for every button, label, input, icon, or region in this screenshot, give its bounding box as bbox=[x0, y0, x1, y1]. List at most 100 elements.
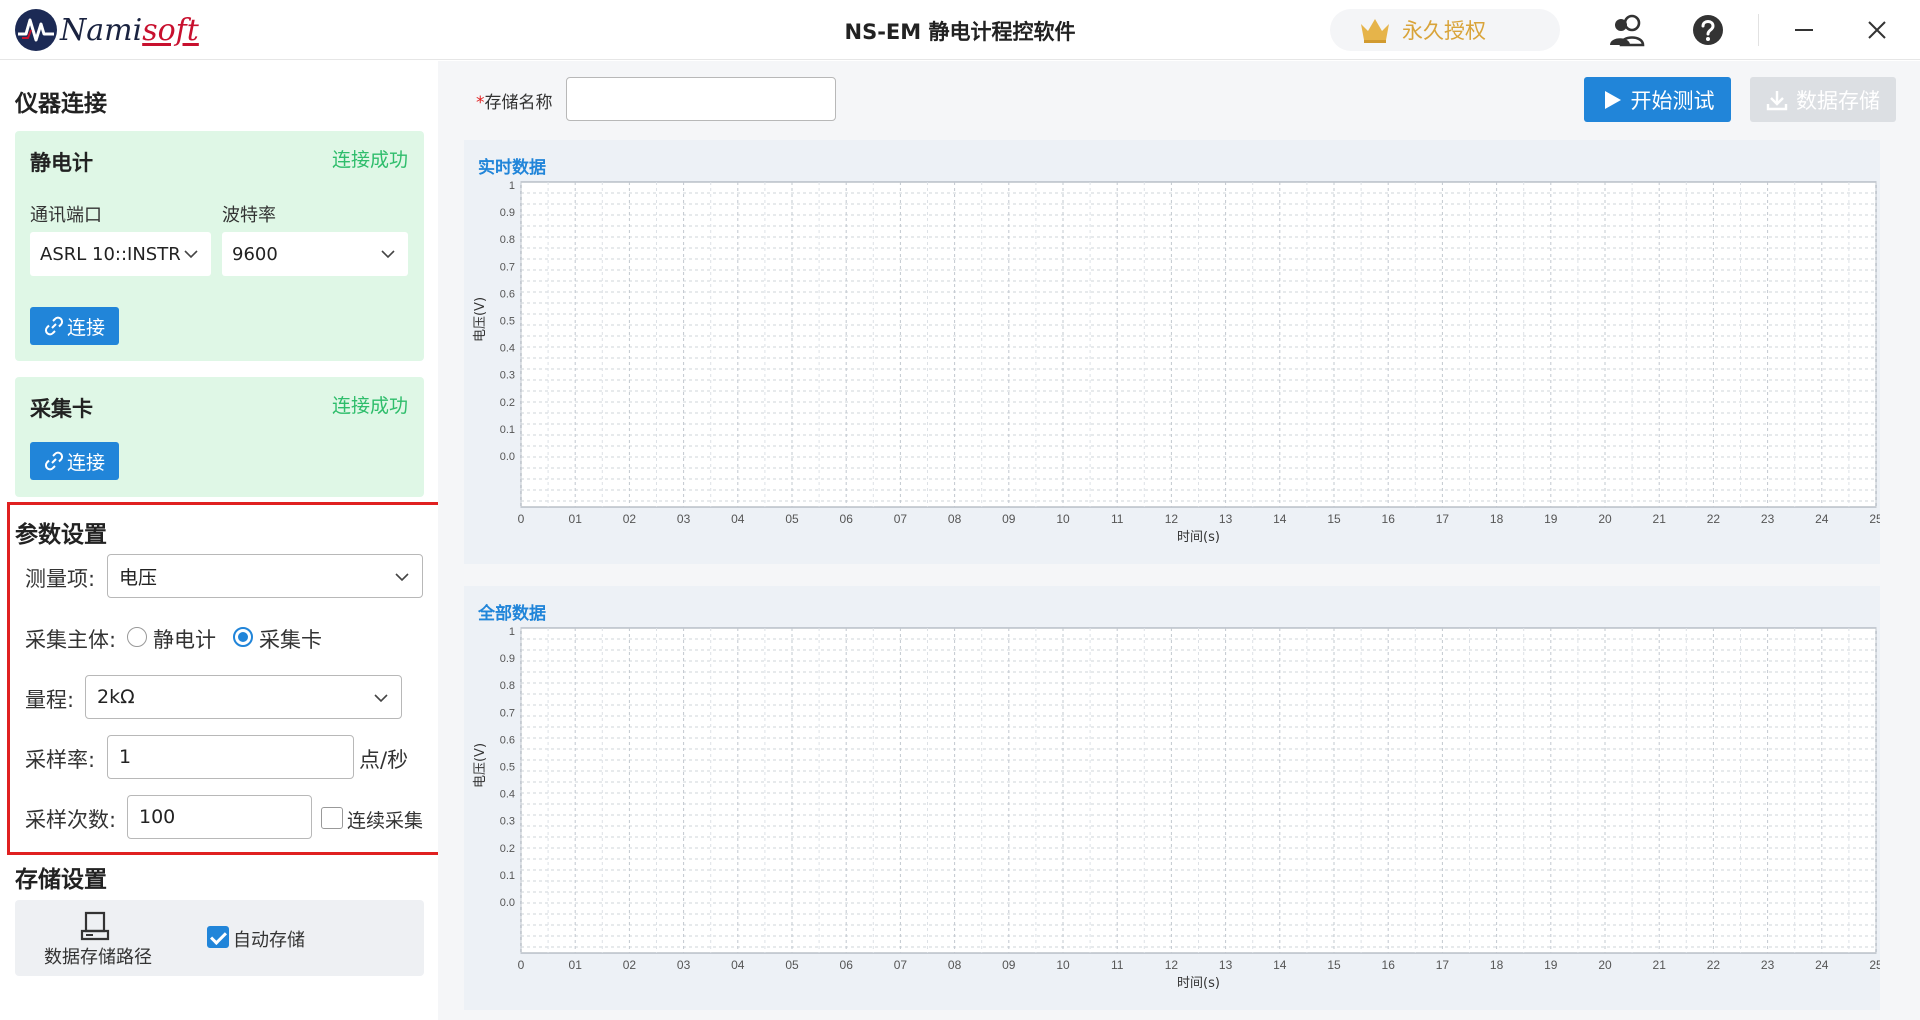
help-button[interactable] bbox=[1688, 10, 1728, 50]
port-label: 通讯端口 bbox=[30, 205, 102, 226]
electrometer-title: 静电计 bbox=[30, 151, 93, 175]
license-label: 永久授权 bbox=[1402, 19, 1486, 43]
y-tick-label: 0.4 bbox=[500, 343, 515, 355]
y-tick-label: 0.2 bbox=[500, 397, 515, 409]
params-section-title: 参数设置 bbox=[15, 522, 107, 548]
x-tick-label: 08 bbox=[948, 958, 962, 972]
y-tick-label: 0.6 bbox=[500, 288, 515, 300]
disk-icon[interactable] bbox=[79, 910, 111, 942]
electrometer-connect-label: 连接 bbox=[66, 316, 105, 339]
range-value: 2kΩ bbox=[97, 686, 135, 708]
help-icon bbox=[1693, 15, 1723, 45]
count-input[interactable]: 100 bbox=[127, 795, 312, 839]
crown-icon bbox=[1361, 19, 1389, 43]
close-button[interactable] bbox=[1857, 10, 1897, 50]
storage-name-label: *存储名称 bbox=[476, 88, 553, 113]
app-logo: Namisoft bbox=[14, 8, 199, 52]
continuous-label[interactable]: 连续采集 bbox=[347, 806, 423, 833]
x-tick-label: 01 bbox=[569, 958, 583, 972]
data-save-button[interactable]: 数据存储 bbox=[1750, 77, 1896, 122]
x-tick-label: 24 bbox=[1815, 512, 1829, 526]
minimize-icon bbox=[1795, 29, 1813, 31]
x-tick-label: 17 bbox=[1436, 958, 1450, 972]
subject-option-electrometer[interactable]: 静电计 bbox=[153, 624, 216, 654]
x-tick-label: 11 bbox=[1111, 958, 1124, 972]
start-test-label: 开始测试 bbox=[1630, 88, 1715, 113]
y-tick-label: 0.5 bbox=[500, 762, 515, 774]
x-tick-label: 20 bbox=[1598, 958, 1612, 972]
y-tick-label: 0.6 bbox=[500, 734, 515, 746]
rate-unit: 点/秒 bbox=[359, 748, 409, 772]
x-tick-label: 16 bbox=[1382, 512, 1396, 526]
y-tick-label: 0.1 bbox=[500, 870, 515, 882]
x-tick-label: 10 bbox=[1056, 958, 1070, 972]
x-tick-label: 15 bbox=[1327, 958, 1341, 972]
electrometer-connect-button[interactable]: 连接 bbox=[30, 307, 119, 345]
close-icon bbox=[1868, 21, 1886, 39]
x-tick-label: 09 bbox=[1002, 512, 1016, 526]
logo-suffix: soft bbox=[142, 12, 199, 48]
download-icon bbox=[1766, 90, 1788, 110]
x-tick-label: 06 bbox=[840, 512, 854, 526]
x-tick-label: 12 bbox=[1165, 512, 1179, 526]
x-tick-label: 19 bbox=[1544, 512, 1558, 526]
x-tick-label: 17 bbox=[1436, 512, 1450, 526]
x-tick-label: 16 bbox=[1382, 958, 1396, 972]
rate-label: 采样率: bbox=[25, 748, 96, 772]
x-tick-label: 14 bbox=[1273, 512, 1287, 526]
range-label: 量程: bbox=[25, 688, 75, 712]
rate-input[interactable]: 1 bbox=[107, 735, 354, 779]
required-star: * bbox=[476, 93, 485, 113]
port-select[interactable]: ASRL 10::INSTR bbox=[30, 232, 211, 276]
baud-label: 波特率 bbox=[222, 205, 276, 226]
baud-select[interactable]: 9600 bbox=[222, 232, 408, 276]
measure-select[interactable]: 电压 bbox=[107, 554, 423, 598]
start-test-button[interactable]: 开始测试 bbox=[1584, 77, 1731, 122]
users-icon bbox=[1610, 14, 1645, 47]
y-tick-label: 0.8 bbox=[500, 234, 515, 246]
storage-path-button[interactable]: 数据存储路径 bbox=[44, 943, 152, 969]
port-value: ASRL 10::INSTR bbox=[40, 243, 181, 265]
minimize-button[interactable] bbox=[1784, 10, 1824, 50]
x-tick-label: 25 bbox=[1869, 512, 1880, 526]
realtime-chart-title: 实时数据 bbox=[478, 158, 546, 178]
realtime-chart-panel: 1 0.9 0.8 0.7 0.6 0.5 0.4 0.3 0.2 0.1 0.0 0 01 02 03 04… bbox=[464, 140, 1880, 564]
x-tick-label: 03 bbox=[677, 958, 691, 972]
x-tick-label: 10 bbox=[1056, 512, 1070, 526]
auto-save-checkbox[interactable] bbox=[207, 926, 229, 948]
title-bar: Namisoft NS-EM 静电计程控软件 永久授权 bbox=[0, 0, 1920, 60]
range-select[interactable]: 2kΩ bbox=[85, 675, 402, 719]
storage-section-title: 存储设置 bbox=[15, 867, 107, 893]
baud-value: 9600 bbox=[232, 243, 278, 265]
chevron-down-icon bbox=[374, 694, 388, 703]
x-tick-label: 21 bbox=[1653, 958, 1667, 972]
x-tick-label: 18 bbox=[1490, 958, 1504, 972]
y-tick-label: 1 bbox=[509, 626, 515, 638]
y-tick-label: 0.1 bbox=[500, 424, 515, 436]
storage-card: 数据存储路径 自动存储 bbox=[15, 900, 424, 976]
daq-connect-button[interactable]: 连接 bbox=[30, 442, 119, 480]
chevron-down-icon bbox=[381, 250, 395, 259]
subject-radio-electrometer[interactable] bbox=[127, 627, 147, 647]
users-button[interactable] bbox=[1607, 10, 1647, 50]
measure-value: 电压 bbox=[119, 566, 158, 589]
subject-label: 采集主体: bbox=[25, 628, 117, 652]
y-axis-label: 电压(V) bbox=[473, 743, 488, 788]
x-tick-label: 05 bbox=[785, 958, 799, 972]
license-badge[interactable]: 永久授权 bbox=[1330, 9, 1560, 51]
x-tick-label: 22 bbox=[1707, 512, 1721, 526]
continuous-checkbox[interactable] bbox=[321, 807, 343, 829]
x-tick-label: 19 bbox=[1544, 958, 1558, 972]
subject-radio-daq[interactable] bbox=[233, 627, 253, 647]
storage-name-input[interactable] bbox=[566, 77, 836, 121]
subject-option-daq[interactable]: 采集卡 bbox=[259, 624, 322, 654]
x-tick-label: 0 bbox=[518, 958, 525, 972]
y-tick-label: 0.9 bbox=[500, 653, 515, 665]
y-tick-label: 0.8 bbox=[500, 680, 515, 692]
electrometer-card: 静电计 连接成功 通讯端口 波特率 ASRL 10::INSTR 9600 连接 bbox=[15, 131, 424, 361]
x-tick-label: 13 bbox=[1219, 512, 1233, 526]
connect-section-title: 仪器连接 bbox=[15, 91, 107, 117]
auto-save-label[interactable]: 自动存储 bbox=[233, 926, 305, 952]
y-axis-label: 电压(V) bbox=[473, 297, 488, 342]
x-tick-label: 07 bbox=[894, 512, 908, 526]
